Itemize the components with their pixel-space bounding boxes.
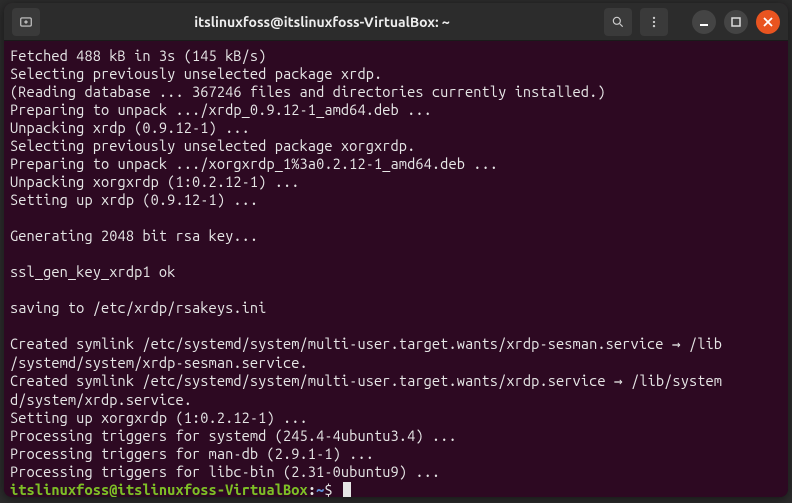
arrow-icon: → [614,373,623,390]
output-line: Processing triggers for libc-bin (2.31-0… [10,463,440,480]
maximize-button[interactable] [724,10,748,34]
prompt[interactable]: itslinuxfoss@itslinuxfoss-VirtualBox:~$ [10,481,351,497]
output-line: d/system/xrdp.service. [10,391,192,408]
output-line: Fetched 488 kB in 3s (145 kB/s) [10,47,266,64]
titlebar: itslinuxfoss@itslinuxfoss-VirtualBox: ~ [4,3,788,41]
output-line: (Reading database ... 367246 files and d… [10,83,606,100]
output-line: Selecting previously unselected package … [10,65,382,82]
output-line: Preparing to unpack .../xrdp_0.9.12-1_am… [10,101,432,118]
titlebar-left [12,8,40,36]
output-line: Preparing to unpack .../xorgxrdp_1%3a0.2… [10,155,498,172]
titlebar-right [604,8,780,36]
terminal-window: itslinuxfoss@itslinuxfoss-VirtualBox: ~ … [4,3,788,497]
menu-button[interactable] [640,8,668,36]
prompt-user-host: itslinuxfoss@itslinuxfoss-VirtualBox [10,481,308,497]
window-title: itslinuxfoss@itslinuxfoss-VirtualBox: ~ [48,14,596,30]
close-button[interactable] [756,10,780,34]
prompt-colon: : [308,481,316,497]
search-button[interactable] [604,8,632,36]
output-line: Generating 2048 bit rsa key... [10,227,258,244]
terminal-output[interactable]: Fetched 488 kB in 3s (145 kB/s) Selectin… [4,41,788,497]
output-line: Created symlink /etc/systemd/system/mult… [10,372,614,389]
cursor-icon [343,482,351,497]
new-tab-button[interactable] [12,8,40,36]
output-line: /systemd/system/xrdp-sesman.service. [10,354,308,371]
prompt-dollar: $ [324,481,332,497]
output-line: Unpacking xorgxrdp (1:0.2.12-1) ... [10,173,300,190]
output-line: Selecting previously unselected package … [10,137,415,154]
output-line: Unpacking xrdp (0.9.12-1) ... [10,119,250,136]
output-line: /lib [681,335,722,352]
output-line: Created symlink /etc/systemd/system/mult… [10,335,672,352]
output-line: /lib/system [623,372,722,389]
output-line: Setting up xorgxrdp (1:0.2.12-1) ... [10,409,308,426]
output-line: ssl_gen_key_xrdp1 ok [10,263,175,280]
minimize-button[interactable] [692,10,716,34]
arrow-icon: → [672,336,681,353]
output-line: Processing triggers for man-db (2.9.1-1)… [10,445,374,462]
output-line: Setting up xrdp (0.9.12-1) ... [10,191,258,208]
output-line: Processing triggers for systemd (245.4-4… [10,427,457,444]
output-line: saving to /etc/xrdp/rsakeys.ini [10,299,266,316]
